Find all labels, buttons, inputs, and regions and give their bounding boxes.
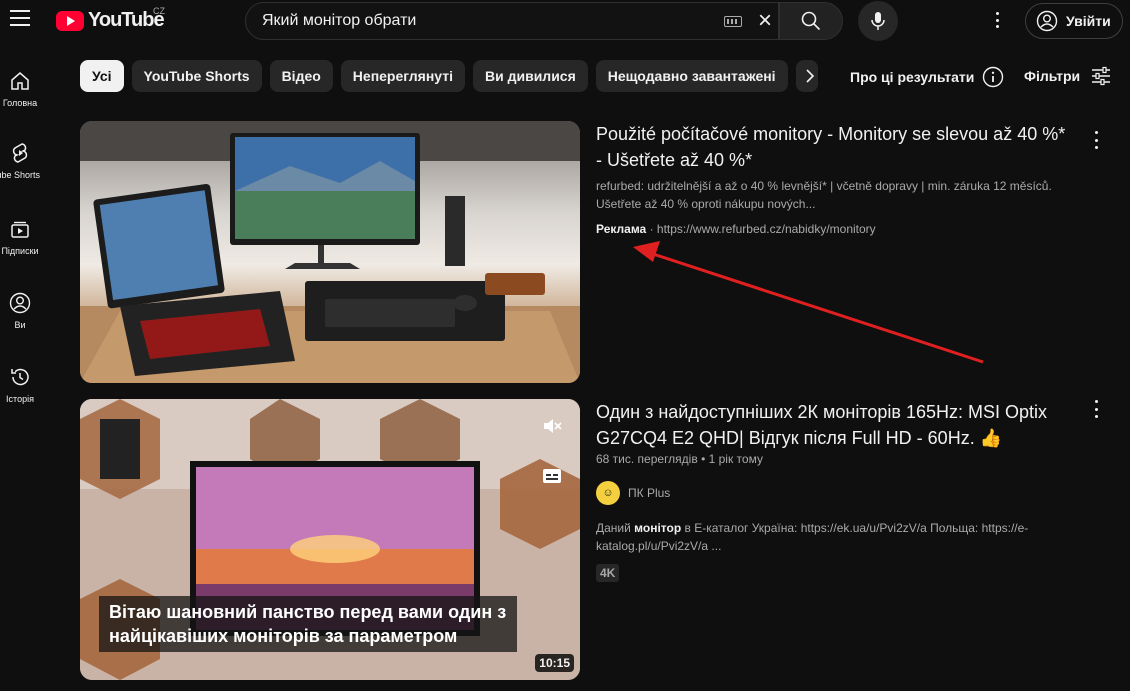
signin-button[interactable]: Увійти bbox=[1025, 3, 1123, 39]
settings-menu-icon[interactable] bbox=[990, 10, 1004, 30]
video-duration: 10:15 bbox=[535, 654, 574, 672]
meta-separator: • bbox=[697, 452, 709, 466]
about-results-button[interactable]: Про ці результати bbox=[850, 66, 1004, 88]
sidebar-item-you[interactable]: Ви bbox=[0, 292, 40, 330]
filters-label: Фільтри bbox=[1024, 68, 1081, 84]
clear-search-icon[interactable]: × bbox=[758, 9, 772, 33]
ad-description: refurbed: udržitelnější a až o 40 % levn… bbox=[596, 179, 1052, 211]
ad-label: Реклама bbox=[596, 222, 647, 236]
more-options-icon[interactable] bbox=[1093, 131, 1099, 149]
sidebar-item-home[interactable]: Головна bbox=[0, 70, 40, 108]
shorts-icon bbox=[12, 143, 28, 163]
video-description: Даний монітор в E-каталог Україна: https… bbox=[596, 519, 1056, 555]
video-caption: Вітаю шановний панство перед вами один з… bbox=[99, 596, 517, 652]
top-bar: YouTube CZ × Увійти bbox=[0, 0, 1130, 42]
ad-thumbnail-image bbox=[80, 121, 580, 383]
sidebar-item-label: YouTube Shorts bbox=[0, 170, 40, 180]
search-button[interactable] bbox=[779, 2, 843, 40]
history-icon bbox=[11, 368, 29, 386]
chip-recently-uploaded[interactable]: Нещодавно завантажені bbox=[595, 60, 788, 92]
sidebar-item-history[interactable]: Історія bbox=[0, 366, 40, 404]
about-results-label: Про ці результати bbox=[850, 69, 975, 85]
filter-chips: Усі YouTube Shorts Відео Непереглянуті В… bbox=[80, 60, 818, 92]
upload-age: 1 рік тому bbox=[708, 452, 763, 466]
sidebar-item-label: Підписки bbox=[1, 246, 39, 256]
channel-name: ПК Plus bbox=[628, 486, 671, 500]
chips-next-button[interactable] bbox=[798, 66, 822, 86]
account-icon bbox=[1036, 10, 1058, 32]
view-count: 68 тис. переглядів bbox=[596, 452, 698, 466]
description-highlight: монітор bbox=[634, 521, 682, 535]
home-icon bbox=[11, 72, 29, 90]
chip-watched[interactable]: Ви дивилися bbox=[472, 60, 588, 92]
country-code: CZ bbox=[153, 6, 165, 16]
keyboard-icon[interactable] bbox=[724, 16, 742, 27]
mute-icon[interactable] bbox=[540, 416, 564, 436]
sidebar-item-label: Ви bbox=[14, 320, 26, 330]
description-text: Даний bbox=[596, 521, 635, 535]
search-icon bbox=[801, 11, 821, 31]
filters-button[interactable]: Фільтри bbox=[1024, 66, 1112, 86]
info-icon bbox=[983, 66, 1004, 88]
ad-source-line: Реклама · https://www.refurbed.cz/nabidk… bbox=[596, 222, 876, 236]
youtube-logo[interactable]: YouTube CZ bbox=[56, 6, 165, 32]
sidebar-item-subscriptions[interactable]: Підписки bbox=[0, 218, 40, 256]
video-title[interactable]: Один з найдоступніших 2К моніторів 165Hz… bbox=[596, 399, 1066, 451]
ad-separator: · bbox=[646, 222, 657, 236]
channel-avatar: ☺ bbox=[596, 481, 620, 505]
menu-icon[interactable] bbox=[10, 10, 30, 26]
sidebar-item-label: Історія bbox=[6, 394, 34, 404]
chip-videos[interactable]: Відео bbox=[269, 60, 333, 92]
more-options-icon[interactable] bbox=[1093, 400, 1099, 418]
ad-title[interactable]: Použité počítačové monitory - Monitory s… bbox=[596, 121, 1066, 173]
search-box: × bbox=[245, 2, 779, 40]
chip-unwatched[interactable]: Непереглянуті bbox=[340, 60, 465, 92]
subscriptions-icon bbox=[11, 221, 29, 238]
sidebar-item-shorts[interactable]: YouTube Shorts bbox=[0, 142, 40, 180]
quality-badge: 4K bbox=[596, 564, 620, 582]
subtitles-icon[interactable] bbox=[540, 466, 564, 486]
channel-link[interactable]: ☺ ПК Plus bbox=[596, 481, 670, 505]
signin-label: Увійти bbox=[1066, 13, 1111, 29]
chip-all[interactable]: Усі bbox=[80, 60, 124, 92]
search-input[interactable] bbox=[262, 12, 702, 30]
video-thumbnail[interactable]: Вітаю шановний панство перед вами один з… bbox=[80, 399, 580, 680]
chip-shorts[interactable]: YouTube Shorts bbox=[131, 60, 262, 92]
microphone-icon bbox=[871, 12, 885, 30]
filter-sliders-icon bbox=[1092, 66, 1111, 86]
you-icon bbox=[9, 292, 31, 314]
voice-search-button[interactable] bbox=[858, 1, 898, 41]
sidebar-item-label: Головна bbox=[2, 98, 38, 108]
ad-thumbnail[interactable] bbox=[80, 121, 580, 383]
video-meta: 68 тис. переглядів • 1 рік тому bbox=[596, 452, 763, 466]
chevron-right-icon bbox=[806, 69, 815, 83]
ad-url[interactable]: https://www.refurbed.cz/nabidky/monitory bbox=[657, 222, 876, 236]
youtube-play-icon bbox=[56, 10, 84, 31]
